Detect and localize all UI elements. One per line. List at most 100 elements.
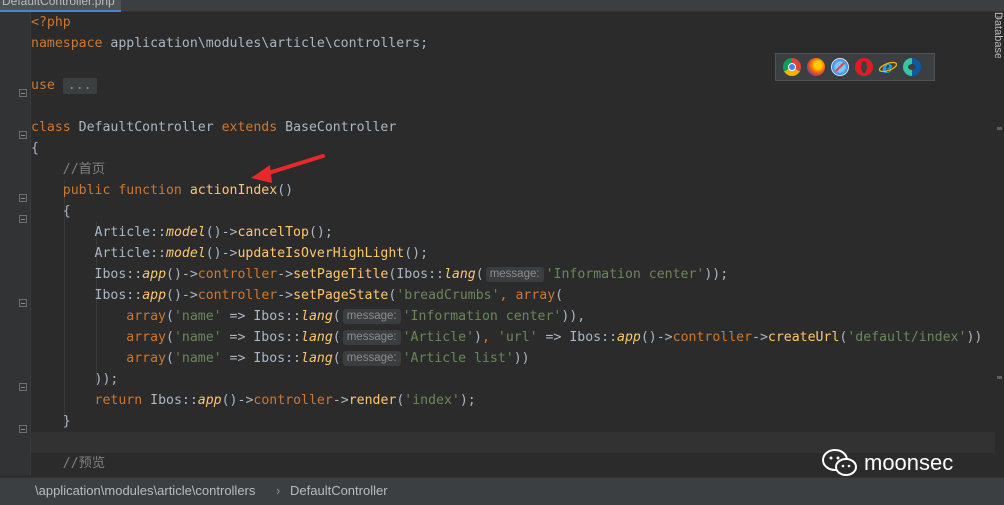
edge-icon[interactable] (903, 58, 921, 76)
breadcrumb: \application\modules\article\controllers… (0, 477, 1004, 505)
class-name: DefaultController (78, 120, 214, 135)
keyword: extends (221, 120, 278, 135)
code-line: return Ibos::app()->controller->render('… (31, 390, 476, 411)
keyword: class (31, 120, 71, 135)
code-line: array('name' => Ibos::lang(message: 'Arti… (31, 348, 530, 369)
code-line: //首页 (31, 159, 105, 180)
parameter-hint: message: (342, 330, 401, 345)
method-call: createUrl (767, 330, 840, 345)
parameter-hint: message: (342, 309, 401, 324)
folded-imports[interactable]: ... (62, 78, 97, 94)
static-call: app (617, 330, 641, 345)
operator: -> (277, 267, 294, 282)
class-ref: Article (94, 225, 151, 240)
static-call: lang (443, 267, 476, 282)
class-ref: Ibos (150, 393, 182, 408)
string-literal: 'index' (404, 393, 460, 408)
fold-marker[interactable] (19, 89, 27, 97)
operator: => (537, 330, 570, 345)
namespace-path: application\modules\article\controllers; (110, 36, 429, 51)
static-call: lang (301, 309, 333, 324)
method-call: cancelTop (237, 225, 309, 240)
class-ref: Ibos (253, 351, 286, 366)
breadcrumb-namespace[interactable]: \application\modules\article\controllers (35, 478, 255, 503)
opera-icon[interactable] (855, 58, 873, 76)
php-open-tag: <?php (31, 15, 71, 30)
code-line: } (31, 411, 71, 432)
operator: :: (285, 351, 301, 366)
database-panel-tab[interactable]: Database (994, 12, 1004, 58)
parens: ); (459, 393, 476, 408)
firefox-icon[interactable] (807, 58, 825, 76)
fold-marker[interactable] (19, 299, 27, 307)
parens: ( (165, 351, 174, 366)
static-call: model (166, 246, 206, 261)
fold-marker[interactable] (19, 194, 27, 202)
string-literal: 'name' (173, 330, 222, 345)
operator: -> (656, 330, 673, 345)
breadcrumb-class[interactable]: DefaultController (290, 478, 388, 503)
parens: () (166, 288, 182, 303)
keyword: function (118, 183, 182, 198)
static-call: lang (301, 330, 333, 345)
code-line: { (31, 138, 39, 159)
method-call: render (348, 393, 397, 408)
editor-scrollbar[interactable] (995, 12, 1004, 476)
comment: //预览 (62, 456, 106, 471)
chrome-icon[interactable] (783, 58, 801, 76)
file-tab-label: DefaultController.php (2, 0, 115, 8)
operator: => (221, 330, 254, 345)
keyword: return (94, 393, 143, 408)
code-editor[interactable]: <?php namespace application\modules\arti… (31, 12, 995, 476)
parens: ( (165, 330, 174, 345)
code-line: )); (31, 369, 119, 390)
operator: -> (752, 330, 768, 345)
operator: -> (221, 246, 238, 261)
keyword: array (126, 351, 166, 366)
code-line: use ... (31, 75, 97, 96)
comment: //首页 (62, 162, 106, 177)
operator: , (482, 330, 498, 345)
watermark: moonsec (822, 448, 953, 478)
static-call: app (142, 288, 167, 303)
static-call: model (166, 225, 206, 240)
svg-text:e: e (882, 58, 893, 76)
operator: :: (126, 288, 143, 303)
ie-icon[interactable]: e (878, 58, 898, 78)
fold-marker[interactable] (19, 383, 27, 391)
parens: (); (308, 225, 333, 240)
operator: , (499, 288, 516, 303)
method-call: setPageTitle (293, 267, 389, 282)
class-ref: Ibos (94, 288, 127, 303)
property: controller (253, 393, 333, 408)
method-call: updateIsOverHighLight (237, 246, 405, 261)
fold-marker[interactable] (19, 215, 27, 223)
code-line: array('name' => Ibos::lang(message: 'Arti… (31, 327, 982, 348)
code-line: class DefaultController extends BaseCont… (31, 117, 396, 138)
keyword: namespace (31, 36, 103, 51)
code-line: Article::model()->cancelTop(); (31, 222, 333, 243)
code-line: Article::model()->updateIsOverHighLight(… (31, 243, 429, 264)
fold-marker[interactable] (19, 131, 27, 139)
parens: () (166, 267, 182, 282)
string-literal: 'Information center' (402, 309, 562, 324)
wechat-icon (822, 449, 857, 476)
code-line: namespace application\modules\article\co… (31, 33, 428, 54)
watermark-text: moonsec (864, 450, 954, 475)
file-tab[interactable]: DefaultController.php (0, 0, 121, 12)
keyword: use (31, 78, 55, 93)
string-literal: 'name' (173, 309, 222, 324)
static-call: lang (301, 351, 333, 366)
safari-icon[interactable] (831, 58, 849, 76)
operator: :: (285, 330, 301, 345)
code-line: Ibos::app()->controller->setPageTitle(Ib… (31, 264, 728, 285)
parens: )) (513, 351, 530, 366)
string-literal: 'Article list' (402, 351, 514, 366)
operator: :: (150, 246, 166, 261)
scroll-marker (997, 376, 1002, 379)
fold-marker[interactable] (19, 425, 27, 433)
parens: ( (475, 267, 484, 282)
parens: () (205, 246, 222, 261)
parens: ( (165, 309, 174, 324)
operator: -> (221, 225, 238, 240)
